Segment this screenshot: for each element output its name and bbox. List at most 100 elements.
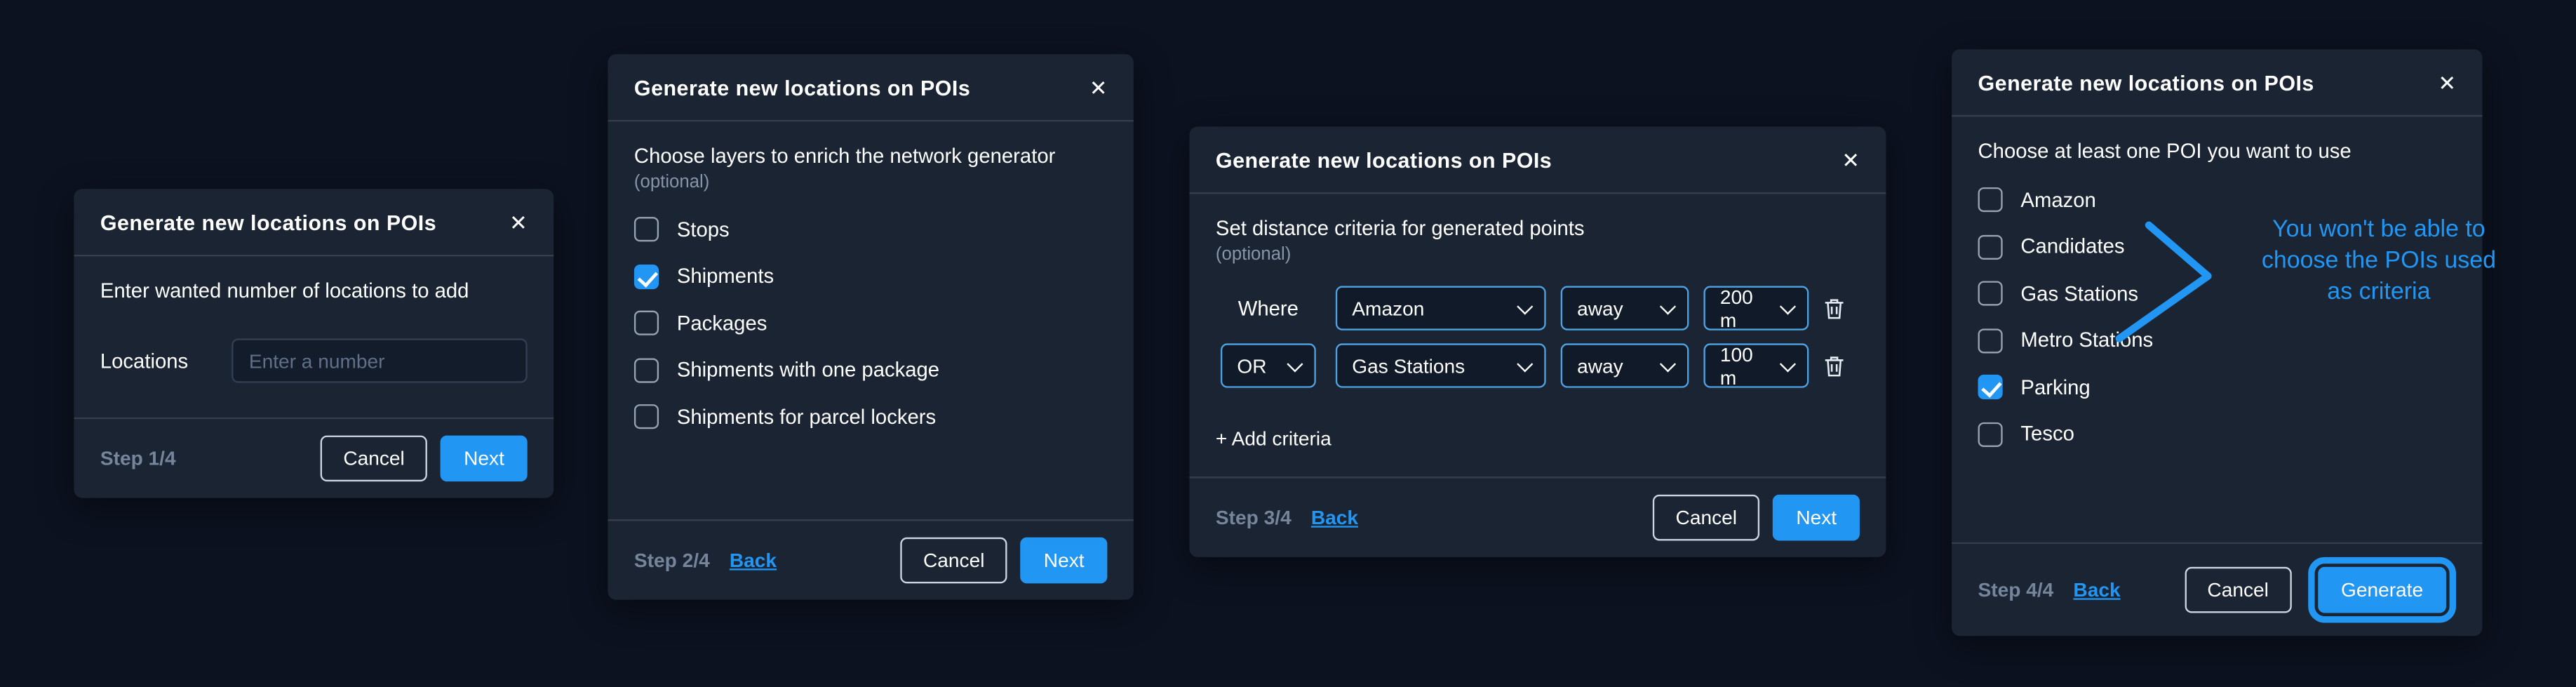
dialog-footer: Step 2/4 Back Cancel Next — [608, 519, 1133, 600]
delete-criteria-icon[interactable] — [1823, 354, 1844, 378]
checkbox-label: Stops — [677, 218, 730, 241]
dialog-step2: Generate new locations on POIs ✕ Choose … — [608, 54, 1133, 599]
checkbox[interactable] — [634, 404, 659, 429]
generate-annotation-ring: Generate — [2308, 557, 2456, 623]
locations-label: Locations — [100, 349, 188, 373]
dialog-title: Generate new locations on POIs — [1978, 70, 2314, 95]
annotation-line: as criteria — [2221, 277, 2537, 308]
checkbox-row-shipments-one-package[interactable]: Shipments with one package — [634, 357, 1107, 382]
operator-select[interactable]: OR — [1221, 343, 1316, 387]
checkbox-row-amazon[interactable]: Amazon — [1978, 187, 2456, 212]
step-indicator: Step 4/4 — [1978, 578, 2054, 601]
dialog-body: Set distance criteria for generated poin… — [1189, 194, 1886, 476]
body-heading: Set distance criteria for generated poin… — [1216, 217, 1860, 240]
dialog-body: Choose layers to enrich the network gene… — [608, 121, 1133, 519]
checkbox-row-shipments-parcel-lockers[interactable]: Shipments for parcel lockers — [634, 404, 1107, 429]
cancel-button[interactable]: Cancel — [1653, 495, 1760, 541]
back-link[interactable]: Back — [2073, 578, 2120, 601]
checkbox[interactable] — [634, 264, 659, 288]
checkbox[interactable] — [1978, 375, 2003, 399]
poi-select[interactable]: Gas Stations — [1336, 343, 1546, 387]
checkbox-label: Shipments — [677, 265, 774, 288]
step-group: Step 2/4 Back — [634, 549, 777, 572]
body-heading: Choose at least one POI you want to use — [1978, 140, 2456, 163]
checkbox-label: Shipments with one package — [677, 359, 939, 382]
cancel-button[interactable]: Cancel — [2185, 567, 2292, 613]
relation-select[interactable]: away — [1561, 286, 1689, 330]
criteria-section: Where Amazon away 200 m OR Gas Sta — [1216, 286, 1860, 387]
dialog-step3: Generate new locations on POIs ✕ Set dis… — [1189, 126, 1886, 557]
dialog-title: Generate new locations on POIs — [100, 210, 436, 234]
checkbox-row-parking[interactable]: Parking — [1978, 375, 2456, 399]
checkbox[interactable] — [1978, 281, 2003, 305]
where-label: Where — [1238, 297, 1299, 320]
dialog-body: Enter wanted number of locations to add … — [74, 256, 554, 417]
next-button[interactable]: Next — [1773, 495, 1860, 541]
criteria-row-1: Where Amazon away 200 m — [1216, 286, 1860, 330]
locations-input[interactable] — [231, 338, 528, 382]
step-indicator: Step 2/4 — [634, 549, 710, 572]
dialog-title: Generate new locations on POIs — [1216, 147, 1552, 172]
annotation-line: You won't be able to — [2221, 215, 2537, 246]
locations-field-row: Locations — [100, 338, 528, 382]
layer-options: Stops Shipments Packages Shipments with … — [634, 217, 1107, 429]
dialog-header: Generate new locations on POIs ✕ — [1952, 49, 2482, 116]
back-link[interactable]: Back — [1311, 506, 1358, 529]
relation-select[interactable]: away — [1561, 343, 1689, 387]
dialog-header: Generate new locations on POIs ✕ — [74, 189, 554, 256]
checkbox-label: Tesco — [2020, 422, 2074, 446]
distance-select[interactable]: 100 m — [1703, 343, 1809, 387]
checkbox-label: Parking — [2020, 375, 2090, 399]
dialog-footer: Step 4/4 Back Cancel Generate — [1952, 542, 2482, 636]
dialog-footer: Step 1/4 Cancel Next — [74, 418, 554, 498]
generate-button[interactable]: Generate — [2318, 567, 2446, 613]
close-icon[interactable]: ✕ — [2438, 72, 2456, 93]
step-group: Step 3/4 Back — [1216, 506, 1358, 529]
poi-select[interactable]: Amazon — [1336, 286, 1546, 330]
close-icon[interactable]: ✕ — [509, 211, 528, 232]
step-group: Step 4/4 Back — [1978, 578, 2121, 601]
delete-criteria-icon[interactable] — [1823, 297, 1844, 320]
criteria-prefix: Where — [1216, 297, 1321, 320]
distance-select[interactable]: 200 m — [1703, 286, 1809, 330]
checkbox-label: Shipments for parcel lockers — [677, 405, 936, 428]
checkbox-row-shipments[interactable]: Shipments — [634, 264, 1107, 288]
back-link[interactable]: Back — [730, 549, 777, 572]
annotation-note: You won't be able to choose the POIs use… — [2221, 215, 2537, 308]
annotation-line: choose the POIs used — [2221, 246, 2537, 277]
criteria-row-2: OR Gas Stations away 100 m — [1216, 343, 1860, 387]
checkbox[interactable] — [1978, 187, 2003, 212]
checkbox[interactable] — [634, 217, 659, 241]
optional-hint: (optional) — [634, 173, 1107, 192]
checkbox-row-tesco[interactable]: Tesco — [1978, 422, 2456, 446]
checkbox[interactable] — [634, 357, 659, 382]
checkbox[interactable] — [1978, 234, 2003, 259]
cancel-button[interactable]: Cancel — [321, 436, 428, 482]
checkbox[interactable] — [1978, 328, 2003, 352]
dialog-footer: Step 3/4 Back Cancel Next — [1189, 476, 1886, 557]
annotation-arrow-icon — [2100, 211, 2231, 363]
checkbox-row-packages[interactable]: Packages — [634, 311, 1107, 335]
checkbox[interactable] — [634, 311, 659, 335]
add-criteria-link[interactable]: + Add criteria — [1216, 427, 1331, 451]
step-indicator: Step 3/4 — [1216, 506, 1292, 529]
optional-hint: (optional) — [1216, 245, 1860, 265]
page: Generate new locations on POIs ✕ Enter w… — [0, 0, 2576, 687]
checkbox-label: Packages — [677, 312, 767, 335]
body-heading: Choose layers to enrich the network gene… — [634, 145, 1107, 168]
checkbox[interactable] — [1978, 422, 2003, 446]
next-button[interactable]: Next — [1021, 538, 1107, 584]
checkbox-row-stops[interactable]: Stops — [634, 217, 1107, 241]
step-indicator: Step 1/4 — [100, 447, 176, 470]
cancel-button[interactable]: Cancel — [900, 538, 1007, 584]
dialog-header: Generate new locations on POIs ✕ — [608, 54, 1133, 121]
close-icon[interactable]: ✕ — [1089, 76, 1108, 98]
close-icon[interactable]: ✕ — [1842, 149, 1860, 170]
criteria-prefix: OR — [1216, 343, 1321, 387]
checkbox-label: Amazon — [2020, 188, 2095, 211]
step-group: Step 1/4 — [100, 447, 176, 470]
dialog-title: Generate new locations on POIs — [634, 75, 970, 100]
dialog-step1: Generate new locations on POIs ✕ Enter w… — [74, 189, 554, 498]
next-button[interactable]: Next — [441, 436, 527, 482]
body-heading: Enter wanted number of locations to add — [100, 279, 528, 302]
